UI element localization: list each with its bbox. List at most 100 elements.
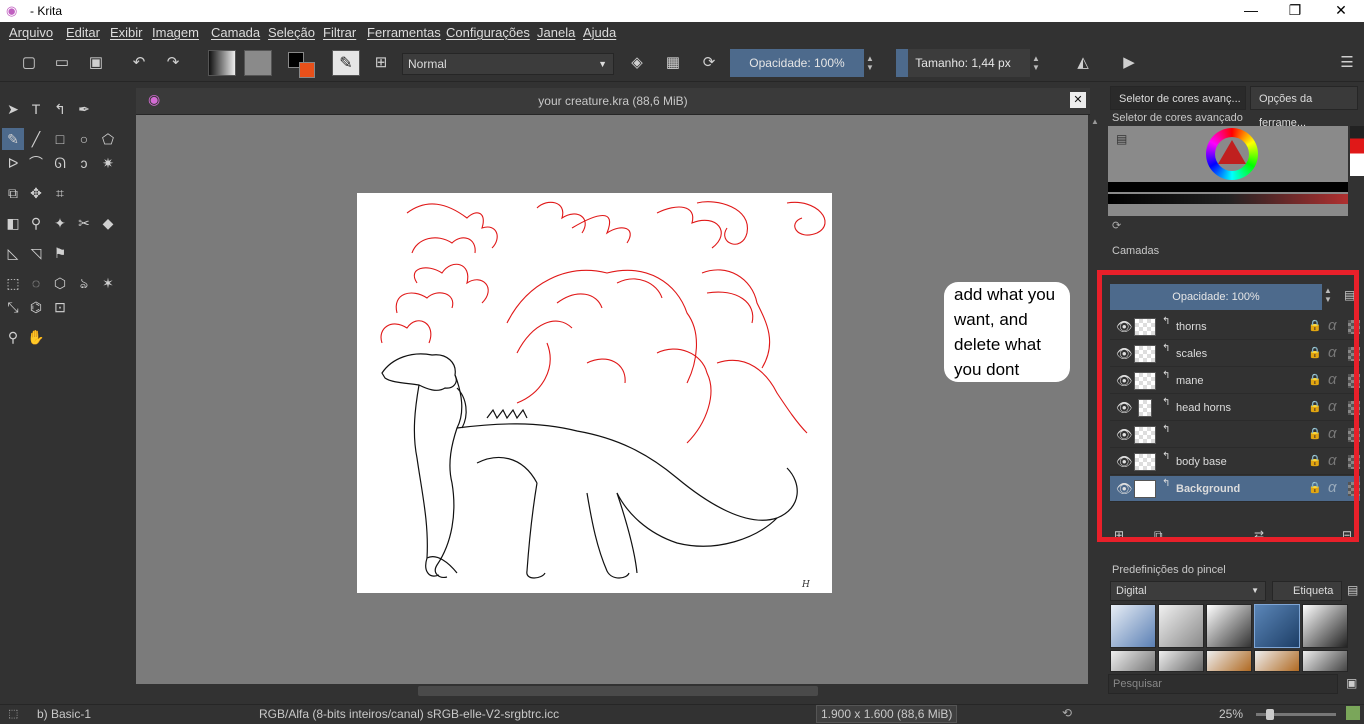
brush-view-options-icon[interactable]: ▤: [1347, 583, 1358, 597]
multibrush-icon[interactable]: ✷: [97, 152, 119, 174]
polygon-tool-icon[interactable]: ⬠: [97, 128, 119, 150]
brush-preset-button[interactable]: ✎: [332, 50, 360, 76]
new-document-icon[interactable]: ▢: [16, 51, 42, 75]
measure-tool-icon[interactable]: ◺: [2, 242, 24, 264]
move-tool-icon[interactable]: ✥: [25, 182, 47, 204]
brush-preset-4[interactable]: [1254, 604, 1300, 648]
hue-ring[interactable]: [1206, 128, 1258, 180]
document-tab-title[interactable]: your creature.kra (88,6 MiB): [136, 94, 1090, 108]
save-icon[interactable]: ▣: [83, 51, 109, 75]
brush-editor-icon[interactable]: ⊞: [368, 51, 394, 75]
assistant-tool-icon[interactable]: ◹: [25, 242, 47, 264]
smart-patch-icon[interactable]: ✦: [49, 212, 71, 234]
horizontal-scrollbar[interactable]: [136, 684, 1090, 698]
select-shapes-icon[interactable]: ➤: [2, 98, 24, 120]
edit-shapes-icon[interactable]: ↰: [49, 98, 71, 120]
reference-tool-icon[interactable]: ⚑: [49, 242, 71, 264]
pan-tool-icon[interactable]: ✋: [25, 326, 47, 348]
brush-preset-6[interactable]: [1110, 650, 1156, 672]
menu-ajuda[interactable]: Ajuda: [583, 25, 616, 40]
brush-filter-dropdown[interactable]: Digital ▼: [1110, 581, 1266, 601]
recent-colors-column[interactable]: [1350, 126, 1364, 176]
rectangle-tool-icon[interactable]: □: [49, 128, 71, 150]
alpha-lock-icon[interactable]: ▦: [660, 51, 686, 75]
rect-select-icon[interactable]: ⬚: [2, 272, 24, 294]
color-settings-icon[interactable]: ▤: [1116, 132, 1127, 146]
brush-preset-8[interactable]: [1206, 650, 1252, 672]
zoom-slider-handle[interactable]: [1266, 709, 1274, 720]
minimize-button[interactable]: —: [1236, 2, 1266, 20]
tab-advanced-color-selector[interactable]: Seletor de cores avanç...: [1110, 86, 1246, 110]
canvas-only-icon[interactable]: [1346, 706, 1360, 720]
color-history-strip[interactable]: [1108, 182, 1348, 192]
bezier-tool-icon[interactable]: ⌒: [25, 152, 47, 174]
brush-tag-dropdown[interactable]: Etiqueta: [1272, 581, 1342, 601]
line-tool-icon[interactable]: ╱: [25, 128, 47, 150]
open-folder-icon[interactable]: ▭: [49, 51, 75, 75]
crop-tool-icon[interactable]: ⌗: [49, 182, 71, 204]
menu-exibir[interactable]: Exibir: [110, 25, 143, 40]
blend-mode-dropdown[interactable]: Normal ▼: [402, 53, 614, 75]
reload-preset-icon[interactable]: ⟳: [696, 51, 722, 75]
color-selector-panel[interactable]: ▤: [1108, 126, 1348, 216]
mirror-horizontal-icon[interactable]: ◭: [1070, 51, 1096, 75]
text-tool-icon[interactable]: T: [25, 98, 47, 120]
refresh-icon[interactable]: ⟳: [1112, 219, 1121, 232]
brush-preset-3[interactable]: [1206, 604, 1252, 648]
brush-preset-7[interactable]: [1158, 650, 1204, 672]
close-document-button[interactable]: ✕: [1070, 92, 1086, 108]
save-preset-icon[interactable]: ▣: [1346, 676, 1357, 690]
zoom-slider[interactable]: [1256, 709, 1336, 720]
freehand-brush-icon[interactable]: ✎: [2, 128, 24, 150]
calligraphy-icon[interactable]: ✒: [73, 98, 95, 120]
drawing-canvas[interactable]: H: [357, 193, 832, 593]
zoom-tool-icon[interactable]: ⚲: [2, 326, 24, 348]
bezier-select-icon[interactable]: ⌬: [25, 296, 47, 318]
rotate-view-icon[interactable]: ⟲: [1062, 706, 1072, 720]
brush-search-input[interactable]: Pesquisar: [1108, 674, 1338, 694]
brush-preset-5[interactable]: [1302, 604, 1348, 648]
magnetic-select-icon[interactable]: ⊡: [49, 296, 71, 318]
similar-select-icon[interactable]: ⤡: [2, 296, 24, 318]
size-stepper[interactable]: ▲ ▼: [1032, 54, 1040, 72]
background-color-swatch[interactable]: [299, 62, 315, 78]
transform-tool-icon[interactable]: ⧉: [2, 182, 24, 204]
saturation-triangle[interactable]: [1216, 138, 1248, 168]
ellipse-tool-icon[interactable]: ○: [73, 128, 95, 150]
polyline-tool-icon[interactable]: ᐅ: [2, 152, 24, 174]
gradient-tool-icon[interactable]: ◧: [2, 212, 24, 234]
menu-filtrar[interactable]: Filtrar: [323, 25, 356, 40]
menu-editar[interactable]: Editar: [66, 25, 100, 40]
close-window-button[interactable]: ✕: [1326, 2, 1356, 20]
fill-bucket-icon[interactable]: ◆: [97, 212, 119, 234]
redo-icon[interactable]: ↷: [160, 51, 186, 75]
menu-selecao[interactable]: Seleção: [268, 25, 315, 40]
docker-menu-icon[interactable]: ☰: [1334, 51, 1360, 75]
size-slider[interactable]: Tamanho: 1,44 px: [896, 49, 1030, 77]
freehand-path-icon[interactable]: ᘏ: [49, 152, 71, 174]
mirror-vertical-icon[interactable]: ▶: [1116, 51, 1142, 75]
freehand-select-icon[interactable]: ঌ: [73, 272, 95, 294]
menu-ferramentas[interactable]: Ferramentas: [367, 25, 441, 40]
color-picker-icon[interactable]: ⚲: [25, 212, 47, 234]
restore-button[interactable]: ❐: [1280, 2, 1310, 20]
tab-tool-options[interactable]: Opções da ferrame...: [1250, 86, 1358, 129]
horizontal-scroll-thumb[interactable]: [418, 686, 818, 696]
gradient-preset-button[interactable]: [208, 50, 236, 76]
menu-arquivo[interactable]: Arquivo: [9, 25, 53, 40]
pattern-preset-button[interactable]: [244, 50, 272, 76]
selection-icon[interactable]: ⬚: [8, 707, 18, 720]
brush-preset-1[interactable]: [1110, 604, 1156, 648]
undo-icon[interactable]: ↶: [126, 51, 152, 75]
menu-imagem[interactable]: Imagem: [152, 25, 199, 40]
eraser-icon[interactable]: ◈: [624, 51, 650, 75]
scroll-up-arrow[interactable]: ▲: [1091, 117, 1099, 127]
magic-wand-icon[interactable]: ✶: [97, 272, 119, 294]
ellipse-select-icon[interactable]: ◌: [25, 272, 47, 294]
menu-janela[interactable]: Janela: [537, 25, 575, 40]
brush-preset-10[interactable]: [1302, 650, 1348, 672]
fill-assistant-icon[interactable]: ✂: [73, 212, 95, 234]
menu-camada[interactable]: Camada: [211, 25, 260, 40]
dynamic-brush-icon[interactable]: ↄ: [73, 152, 95, 174]
polygon-select-icon[interactable]: ⬡: [49, 272, 71, 294]
